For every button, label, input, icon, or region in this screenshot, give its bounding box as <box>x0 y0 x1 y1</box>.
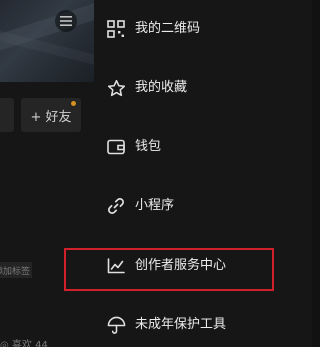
menu-button[interactable] <box>55 10 77 32</box>
add-friend-label: + 好友 <box>30 109 72 125</box>
drawer-item-qr-code[interactable]: 我的二维码 <box>94 9 312 49</box>
drawer-item-label: 未成年保护工具 <box>135 317 227 332</box>
drawer-item-label: 我的收藏 <box>135 80 188 95</box>
profile-page-background: + 好友 添加标签 ◎ 喜欢 44 <box>0 0 94 347</box>
chart-icon <box>106 256 126 276</box>
add-friend-button[interactable]: + 好友 <box>21 98 81 132</box>
hamburger-icon <box>60 16 72 26</box>
tag-chip-label: 添加标签 <box>0 266 30 277</box>
drawer-item-creator-center[interactable]: 创作者服务中心 <box>94 246 312 286</box>
tag-chip[interactable]: 添加标签 <box>0 262 32 278</box>
drawer-item-label: 我的二维码 <box>135 21 201 36</box>
drawer-item-favorites[interactable]: 我的收藏 <box>94 68 312 108</box>
drawer-item-mini-programs[interactable]: 小程序 <box>94 186 312 226</box>
drawer-item-label: 钱包 <box>135 139 162 154</box>
profile-cover <box>0 0 94 82</box>
link-icon <box>106 196 126 216</box>
qr-code-icon <box>106 19 126 39</box>
side-drawer: 我的二维码 我的收藏 钱包 小程序 创作者服务中心 未成年保护工具 <box>94 0 312 347</box>
drawer-item-label: 小程序 <box>135 198 175 213</box>
drawer-item-label: 创作者服务中心 <box>135 258 227 273</box>
umbrella-icon <box>106 315 126 335</box>
notification-dot <box>71 101 76 106</box>
wallet-icon <box>106 137 126 157</box>
edit-profile-button[interactable] <box>0 98 14 132</box>
drawer-item-wallet[interactable]: 钱包 <box>94 127 312 167</box>
drawer-item-minor-protection[interactable]: 未成年保护工具 <box>94 305 312 345</box>
star-icon <box>106 78 126 98</box>
likes-count: ◎ 喜欢 44 <box>0 340 48 347</box>
